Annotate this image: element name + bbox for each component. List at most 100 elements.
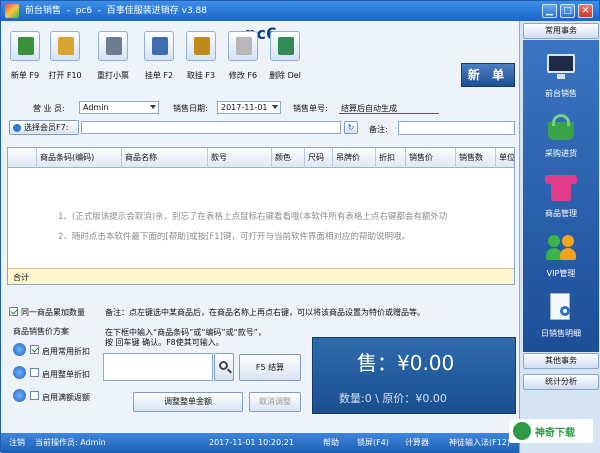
merge-quantity-label: 同一商品累加数量	[21, 308, 85, 317]
other-tasks-header[interactable]: 其他事务	[523, 353, 599, 369]
watermark-logo: 神奇下载	[509, 419, 593, 443]
hang-bill-button[interactable]: 挂单 F2	[141, 29, 177, 89]
status-bar: 注销 当前操作员: Admin 2017-11-01 10:20:21 帮助 锁…	[1, 433, 519, 453]
salesperson-label: 营 业 员:	[33, 104, 65, 113]
column-header[interactable]: 折扣	[376, 148, 406, 168]
current-operator: 当前操作员: Admin	[35, 438, 106, 447]
discount-scheme-title: 商品销售价方案	[13, 327, 69, 336]
full-return-label: 启用满额返额	[42, 393, 90, 402]
sidebar: 常用事务 前台销售 采购进货 商品管理 VIP管理 日销售明细 其他事务 统计分…	[519, 21, 600, 453]
delete-button[interactable]: 删除 Del	[267, 29, 303, 89]
grid-tip-note: 备注：点左键选中某商品后，在商品名称上再点右键，可以将该商品设置为特价或赠品等。	[105, 308, 425, 317]
printer-icon	[98, 31, 128, 61]
entry-instruction: 按 回车键 确认。F8使其可输入。	[105, 338, 224, 347]
sidebar-item-daily-detail[interactable]: 日销售明细	[523, 290, 599, 348]
column-header[interactable]: 尺码	[305, 148, 333, 168]
sales-grid[interactable]: 商品条码(编码) 商品名称 款号 颜色 尺码 吊牌价 折扣 销售价 销售数 单位…	[7, 147, 515, 285]
whole-discount-label: 启用整单折扣	[42, 370, 90, 379]
order-no-label: 销售单号:	[293, 104, 328, 113]
column-header[interactable]: 款号	[208, 148, 272, 168]
hang-bill-icon	[144, 31, 174, 61]
app-logo-icon	[5, 4, 19, 18]
select-member-button[interactable]: 选择会员F7:	[9, 120, 79, 135]
edit-icon	[228, 31, 258, 61]
order-no-underline	[339, 101, 439, 114]
merge-quantity-checkbox[interactable]	[9, 307, 18, 316]
monitor-icon	[544, 52, 578, 82]
grid-hint-line: 1、(正式版该提示会取消)亲，别忘了在表格上点鼠标右键看看哦(本软件所有表格上点…	[58, 212, 448, 222]
sidebar-item-vip[interactable]: VIP管理	[523, 230, 599, 288]
shirt-icon	[544, 172, 578, 202]
status-datetime: 2017-11-01 10:20:21	[209, 438, 294, 447]
sidebar-item-front-sales[interactable]: 前台销售	[523, 50, 599, 108]
column-header[interactable]: 吊牌价	[333, 148, 376, 168]
grid-header: 商品条码(编码) 商品名称 款号 颜色 尺码 吊牌价 折扣 销售价 销售数 单位	[8, 148, 514, 168]
open-folder-icon	[50, 31, 80, 61]
common-discount-checkbox[interactable]	[30, 345, 39, 354]
window-title: 前台销售 - pc6 - 百事佳服装进销存 v3.88	[25, 6, 207, 16]
sale-summary-panel: 售：¥0.00 数量:0 \ 原价：¥0.00	[312, 337, 516, 414]
row-indicator-header	[8, 148, 37, 168]
calculator-link[interactable]: 计算器	[405, 433, 429, 453]
statistics-header[interactable]: 统计分析	[523, 374, 599, 390]
member-icon	[13, 124, 21, 132]
watermark-icon	[513, 422, 531, 440]
chevron-down-icon	[150, 105, 156, 109]
sidebar-item-goods[interactable]: 商品管理	[523, 170, 599, 228]
total-row: 合计	[8, 268, 514, 284]
scheme-info-icon	[13, 389, 26, 402]
retrieve-bill-button[interactable]: 取挂 F3	[183, 29, 219, 89]
minimize-button[interactable]: ▁	[542, 4, 557, 18]
reprint-button[interactable]: 重打小票	[95, 29, 131, 89]
scheme-info-icon	[13, 343, 26, 356]
maximize-button[interactable]: □	[560, 4, 575, 18]
column-header[interactable]: 销售价	[406, 148, 456, 168]
common-tasks-panel: 前台销售 采购进货 商品管理 VIP管理 日销售明细	[523, 40, 599, 352]
full-return-checkbox[interactable]	[30, 391, 39, 400]
refresh-member-button[interactable]: ↻	[344, 121, 358, 134]
column-header[interactable]: 单位	[496, 148, 514, 168]
basket-icon	[544, 112, 578, 142]
lock-icon	[186, 31, 216, 61]
cancel-adjust-button[interactable]: 取消调整	[249, 392, 301, 412]
new-bill-banner[interactable]: 新 单	[461, 63, 515, 87]
remark-label: 备注:	[369, 125, 388, 134]
chevron-down-icon	[272, 105, 278, 109]
common-discount-label: 启用常用折扣	[42, 347, 90, 356]
whole-discount-checkbox[interactable]	[30, 368, 39, 377]
members-icon	[544, 232, 578, 262]
column-header[interactable]: 销售数	[456, 148, 496, 168]
date-label: 销售日期:	[173, 104, 208, 113]
refresh-icon: ↻	[347, 123, 355, 132]
settle-button[interactable]: F5 结算	[239, 354, 301, 381]
edit-button[interactable]: 修改 F6	[225, 29, 261, 89]
open-button[interactable]: 打开 F10	[47, 29, 83, 89]
remark-input[interactable]	[398, 121, 515, 135]
barcode-input[interactable]	[103, 353, 213, 381]
member-input[interactable]	[81, 121, 341, 134]
sale-date-picker[interactable]: 2017-11-01	[217, 101, 281, 114]
sale-amount: 售：¥0.00	[357, 351, 455, 375]
grid-hint-line: 2、随时点击本软件最下面的[帮助]或按[F1]键，可打开与当前软件界面相对应的帮…	[58, 232, 410, 242]
column-header[interactable]: 商品名称	[122, 148, 208, 168]
lock-screen-link[interactable]: 锁屏(F4)	[357, 433, 389, 453]
title-bar: 前台销售 - pc6 - 百事佳服装进销存 v3.88 ▁ □ ✕	[1, 1, 599, 21]
close-button[interactable]: ✕	[578, 4, 593, 18]
logout-link[interactable]: 注销	[9, 433, 25, 453]
quantity-cost-summary: 数量:0 \ 原价：¥0.00	[339, 392, 447, 405]
new-bill-icon	[10, 31, 40, 61]
new-bill-button[interactable]: 新单 F9	[7, 29, 43, 89]
help-link[interactable]: 帮助	[323, 433, 339, 453]
common-tasks-header[interactable]: 常用事务	[523, 23, 599, 39]
search-button[interactable]	[214, 353, 234, 381]
salesperson-select[interactable]: Admin	[79, 101, 159, 114]
column-header[interactable]: 颜色	[272, 148, 305, 168]
input-method-link[interactable]: 神徒输入法(F12)	[449, 433, 510, 453]
scheme-info-icon	[13, 366, 26, 379]
adjust-amount-button[interactable]: 调整整单金额	[133, 392, 243, 412]
delete-icon	[270, 31, 300, 61]
app-window: 前台销售 - pc6 - 百事佳服装进销存 v3.88 ▁ □ ✕ pc6 新单…	[0, 0, 600, 453]
document-search-icon	[544, 292, 578, 322]
column-header[interactable]: 商品条码(编码)	[37, 148, 122, 168]
sidebar-item-purchase[interactable]: 采购进货	[523, 110, 599, 168]
